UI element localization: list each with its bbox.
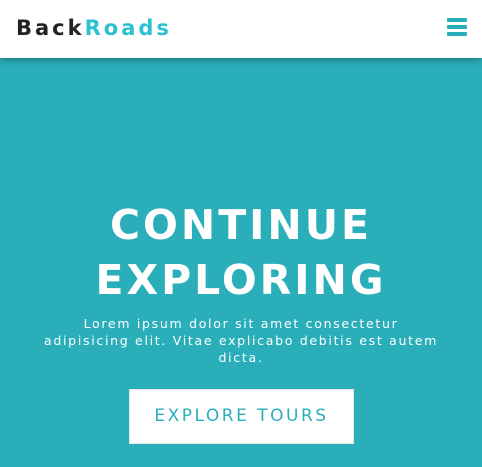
explore-tours-button[interactable]: EXPLORE TOURS: [129, 389, 354, 444]
hero-title-line2: EXPLORING: [95, 256, 387, 304]
menu-bar: [447, 32, 467, 36]
menu-bar: [447, 18, 467, 22]
hero-section: CONTINUE EXPLORING Lorem ipsum dolor sit…: [0, 58, 482, 467]
navbar: BackRoads: [0, 0, 482, 58]
logo-primary-text: Back: [16, 16, 85, 40]
brand-logo[interactable]: BackRoads: [16, 14, 172, 42]
hero-description: Lorem ipsum dolor sit amet consectetur a…: [44, 316, 438, 365]
hero-title: CONTINUE EXPLORING: [0, 198, 482, 308]
logo-accent-text: Roads: [84, 16, 172, 40]
hero-title-line1: CONTINUE: [109, 201, 373, 249]
hamburger-menu-icon[interactable]: [447, 18, 467, 36]
menu-bar: [447, 25, 467, 29]
